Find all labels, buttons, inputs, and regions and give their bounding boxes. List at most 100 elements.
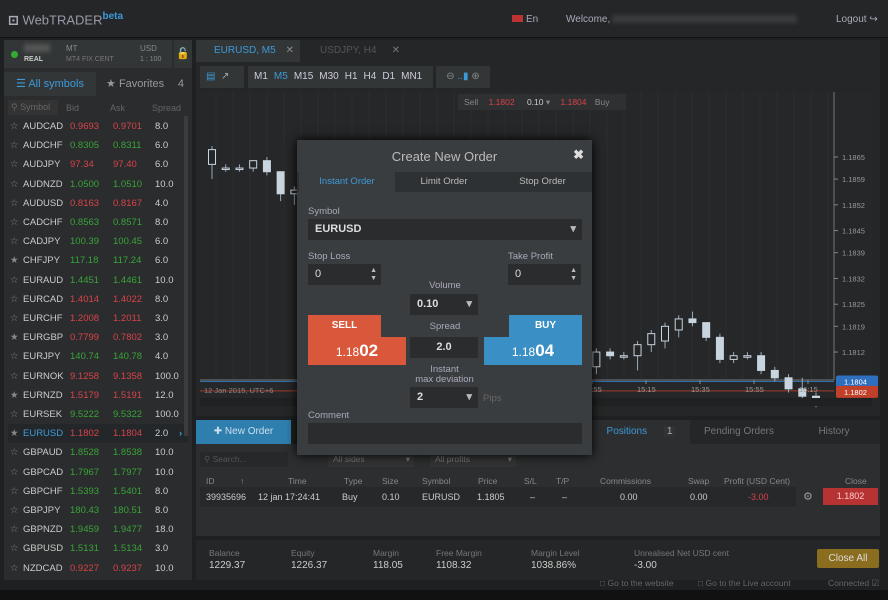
star-outline-icon[interactable]: ☆ — [10, 539, 19, 558]
symbol-row[interactable]: ★ EURGBP 0.7799 0.7802 3.0 — [8, 328, 188, 347]
star-outline-icon[interactable]: ☆ — [10, 194, 19, 213]
star-filled-icon[interactable]: ★ — [10, 328, 19, 347]
close-icon[interactable]: ✕ — [392, 40, 400, 62]
symbol-row[interactable]: ★ CHFJPY 117.18 117.24 6.0 — [8, 251, 188, 270]
star-outline-icon[interactable]: ☆ — [10, 271, 19, 290]
timeframe-mn1[interactable]: MN1 — [401, 71, 422, 82]
column-header[interactable]: Profit (USD Cent) — [724, 476, 790, 486]
symbol-row[interactable]: ☆ GBPCAD 1.7967 1.7977 10.0 — [8, 463, 188, 482]
tab-stop-order[interactable]: Stop Order — [493, 172, 592, 192]
one-click-buy-price[interactable]: 1.1804 — [561, 97, 587, 107]
column-header[interactable]: Commissions — [600, 476, 651, 486]
symbol-row[interactable]: ☆ EURNOK 9.1258 9.1358 100.0 — [8, 367, 188, 386]
scrollbar[interactable] — [184, 116, 188, 436]
symbol-select[interactable]: EURUSD ▾ — [308, 219, 582, 240]
timeframe-m5[interactable]: M5 — [274, 71, 288, 82]
star-outline-icon[interactable]: ☆ — [10, 482, 19, 501]
tab-pending-orders[interactable]: Pending Orders — [690, 420, 788, 444]
symbol-row[interactable]: ☆ GBPCHF 1.5393 1.5401 8.0 — [8, 482, 188, 501]
star-outline-icon[interactable]: ☆ — [10, 463, 19, 482]
chart-tab-usdjpy[interactable]: USDJPY, H4 ✕ — [302, 40, 406, 62]
one-click-buy[interactable]: Buy — [595, 97, 610, 107]
star-outline-icon[interactable]: ☆ — [10, 309, 19, 328]
chevron-down-icon[interactable]: ▾ — [543, 97, 550, 107]
column-header[interactable]: Time — [288, 476, 307, 486]
new-order-button[interactable]: ✚ New Order — [196, 420, 291, 444]
candle-chart-icon[interactable]: ▤ — [206, 71, 215, 82]
sort-arrow-icon[interactable]: ↑ — [240, 476, 244, 486]
stepper-arrows-icon[interactable]: ▲ ▼ — [370, 267, 377, 283]
symbol-row[interactable]: ☆ EURJPY 140.74 140.78 4.0 — [8, 347, 188, 366]
column-header[interactable]: T/P — [556, 476, 569, 486]
column-header[interactable]: Size — [382, 476, 399, 486]
star-outline-icon[interactable]: ☆ — [10, 213, 19, 232]
chart-tab-eurusd[interactable]: EURUSD, M5 ✕ — [196, 40, 300, 62]
star-outline-icon[interactable]: ☆ — [10, 136, 19, 155]
star-outline-icon[interactable]: ☆ — [10, 520, 19, 539]
symbol-row[interactable]: ☆ NZDCAD 0.9227 0.9237 10.0 — [8, 559, 188, 578]
positions-search[interactable]: ⚲ Search... — [200, 452, 288, 467]
zoom-out-icon[interactable]: ⊖ — [446, 71, 454, 82]
close-position-button[interactable]: 1.1802 — [823, 488, 878, 505]
symbol-row[interactable]: ☆ EURCAD 1.4014 1.4022 8.0 — [8, 290, 188, 309]
symbol-row[interactable]: ☆ EURAUD 1.4451 1.4461 10.0 — [8, 271, 188, 290]
tab-favorites[interactable]: ★ Favorites 4 — [100, 72, 188, 96]
comment-input[interactable] — [308, 423, 582, 444]
sell-button[interactable]: SELL 1.1802 — [308, 315, 406, 367]
symbol-row[interactable]: ☆ GBPUSD 1.5131 1.5134 3.0 — [8, 539, 188, 558]
symbol-search[interactable]: ⚲ Symbol — [8, 100, 58, 115]
tab-positions[interactable]: Positions 1 — [592, 420, 690, 444]
star-filled-icon[interactable]: ★ — [10, 386, 19, 405]
column-header[interactable]: ID — [206, 476, 215, 486]
star-outline-icon[interactable]: ☆ — [10, 347, 19, 366]
deviation-select[interactable]: 2 ▾ — [410, 387, 478, 408]
star-outline-icon[interactable]: ☆ — [10, 559, 19, 578]
gear-icon[interactable]: ⚙ — [803, 490, 813, 503]
one-click-volume[interactable]: 0.10 — [527, 97, 544, 107]
column-header[interactable]: Price — [478, 476, 497, 486]
symbol-row[interactable]: ☆ AUDCAD 0.9693 0.9701 8.0 — [8, 117, 188, 136]
star-outline-icon[interactable]: ☆ — [10, 232, 19, 251]
close-icon[interactable]: ✖ — [573, 147, 584, 163]
stop-loss-stepper[interactable]: 0 ▲ ▼ — [308, 264, 381, 285]
zoom-in-icon[interactable]: ⊕ — [471, 71, 479, 82]
stepper-arrows-icon[interactable]: ▲ ▼ — [570, 267, 577, 283]
live-account-link[interactable]: □ Go to the Live account — [698, 578, 791, 588]
timeframe-m1[interactable]: M1 — [254, 71, 268, 82]
line-chart-icon[interactable]: ↗ — [221, 71, 229, 82]
symbol-row[interactable]: ☆ GBPAUD 1.8528 1.8538 10.0 — [8, 443, 188, 462]
close-all-button[interactable]: Close All — [817, 549, 879, 568]
timeframe-h1[interactable]: H1 — [345, 71, 358, 82]
account-box[interactable]: REAL MT MT4 FIX CENT USD 1 : 100 — [4, 40, 172, 68]
chevron-right-icon[interactable]: › — [179, 424, 182, 443]
symbol-row[interactable]: ☆ AUDUSD 0.8163 0.8167 4.0 — [8, 194, 188, 213]
column-header[interactable]: Swap — [688, 476, 709, 486]
symbol-row[interactable]: ☆ AUDCHF 0.8305 0.8311 6.0 — [8, 136, 188, 155]
close-icon[interactable]: ✕ — [286, 40, 294, 62]
symbol-row[interactable]: ☆ GBPNZD 1.9459 1.9477 18.0 — [8, 520, 188, 539]
website-link[interactable]: □ Go to the website — [600, 578, 674, 588]
volume-select[interactable]: 0.10 ▾ — [410, 294, 478, 315]
one-click-sell[interactable]: Sell — [464, 97, 478, 107]
symbol-row[interactable]: ☆ AUDJPY 97.34 97.40 6.0 — [8, 155, 188, 174]
tab-all-symbols[interactable]: ☰ All symbols — [4, 72, 96, 96]
column-header[interactable]: Type — [344, 476, 362, 486]
timeframe-d1[interactable]: D1 — [382, 71, 395, 82]
symbol-row[interactable]: ☆ CADJPY 100.39 100.45 6.0 — [8, 232, 188, 251]
logout-link[interactable]: Logout ↪ — [836, 14, 878, 25]
symbol-row[interactable]: ★ EURUSD 1.1802 1.1804 2.0 › — [8, 424, 188, 444]
buy-button[interactable]: BUY 1.1804 — [484, 315, 582, 367]
symbol-row[interactable]: ☆ AUDNZD 1.0500 1.0510 10.0 — [8, 175, 188, 194]
symbol-row[interactable]: ★ EURNZD 1.5179 1.5191 12.0 — [8, 386, 188, 405]
star-outline-icon[interactable]: ☆ — [10, 367, 19, 386]
star-outline-icon[interactable]: ☆ — [10, 405, 19, 424]
symbol-row[interactable]: ☆ EURCHF 1.2008 1.2011 3.0 — [8, 309, 188, 328]
star-outline-icon[interactable]: ☆ — [10, 175, 19, 194]
star-filled-icon[interactable]: ★ — [10, 251, 19, 270]
star-filled-icon[interactable]: ★ — [10, 424, 19, 443]
timeframe-m30[interactable]: M30 — [319, 71, 338, 82]
symbol-row[interactable]: ☆ EURSEK 9.5222 9.5322 100.0 — [8, 405, 188, 424]
timeframe-m15[interactable]: M15 — [294, 71, 313, 82]
column-header[interactable]: Symbol — [422, 476, 450, 486]
tab-limit-order[interactable]: Limit Order — [395, 172, 493, 192]
